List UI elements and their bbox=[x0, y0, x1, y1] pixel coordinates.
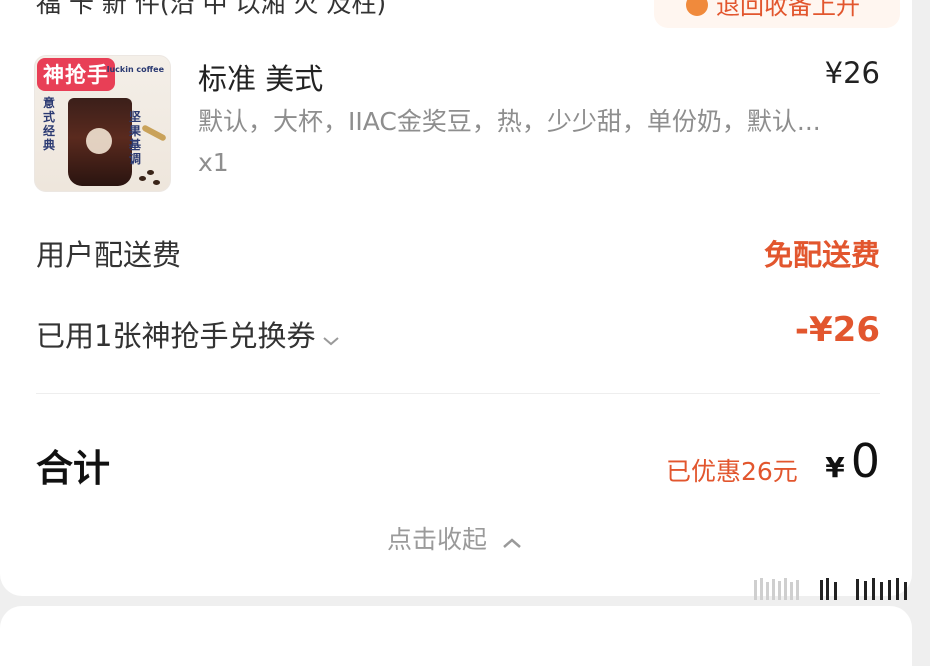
bean-image bbox=[153, 180, 160, 185]
coupon-row[interactable]: 已用1张神抢手兑换券 bbox=[36, 313, 341, 355]
total-label: 合计 bbox=[36, 447, 110, 490]
bean-image bbox=[147, 170, 154, 175]
info-dot-icon bbox=[686, 0, 708, 16]
thumb-text-right: 坚果基调 bbox=[129, 110, 142, 166]
product-options: 默认，大杯，IIAC金奖豆，热，少少甜，单份奶，默认... bbox=[198, 107, 821, 136]
top-right-action-label: 退回收备上升 bbox=[716, 0, 860, 20]
coupon-label: 已用1张神抢手兑换券 bbox=[36, 319, 316, 353]
product-price: ¥26 bbox=[824, 56, 880, 90]
product-badge: 神抢手 bbox=[37, 58, 115, 91]
collapse-button[interactable]: 点击收起 bbox=[387, 520, 523, 556]
coupon-discount-value: -¥26 bbox=[794, 310, 880, 350]
thumb-text-left: 意式经典 bbox=[43, 96, 56, 152]
collapse-label: 点击收起 bbox=[387, 525, 488, 554]
saved-amount: 已优惠26元 bbox=[666, 457, 798, 486]
store-info-text: 福 卡 新 件(沿 中 以湘 火 及柱) bbox=[36, 0, 387, 18]
bean-image bbox=[139, 176, 146, 181]
watermark-bars bbox=[752, 576, 912, 602]
total-amount: ¥0 bbox=[825, 434, 880, 488]
delivery-fee-label: 用户配送费 bbox=[36, 238, 182, 272]
coffee-cup-image bbox=[68, 98, 132, 186]
brand-logo: luckin coffee bbox=[106, 65, 164, 74]
divider bbox=[36, 393, 880, 394]
delivery-fee-value: 免配送费 bbox=[763, 238, 880, 272]
product-name: 标准 美式 bbox=[198, 62, 324, 96]
next-card bbox=[0, 606, 912, 666]
total-number: 0 bbox=[850, 434, 880, 488]
chevron-up-icon bbox=[501, 527, 523, 556]
chevron-down-icon[interactable] bbox=[321, 321, 341, 355]
top-right-action[interactable]: 退回收备上升 bbox=[654, 0, 900, 28]
product-quantity: x1 bbox=[198, 148, 229, 177]
product-thumbnail: 意式经典 坚果基调 神抢手 luckin coffee bbox=[34, 55, 171, 192]
total-currency: ¥ bbox=[825, 451, 845, 484]
